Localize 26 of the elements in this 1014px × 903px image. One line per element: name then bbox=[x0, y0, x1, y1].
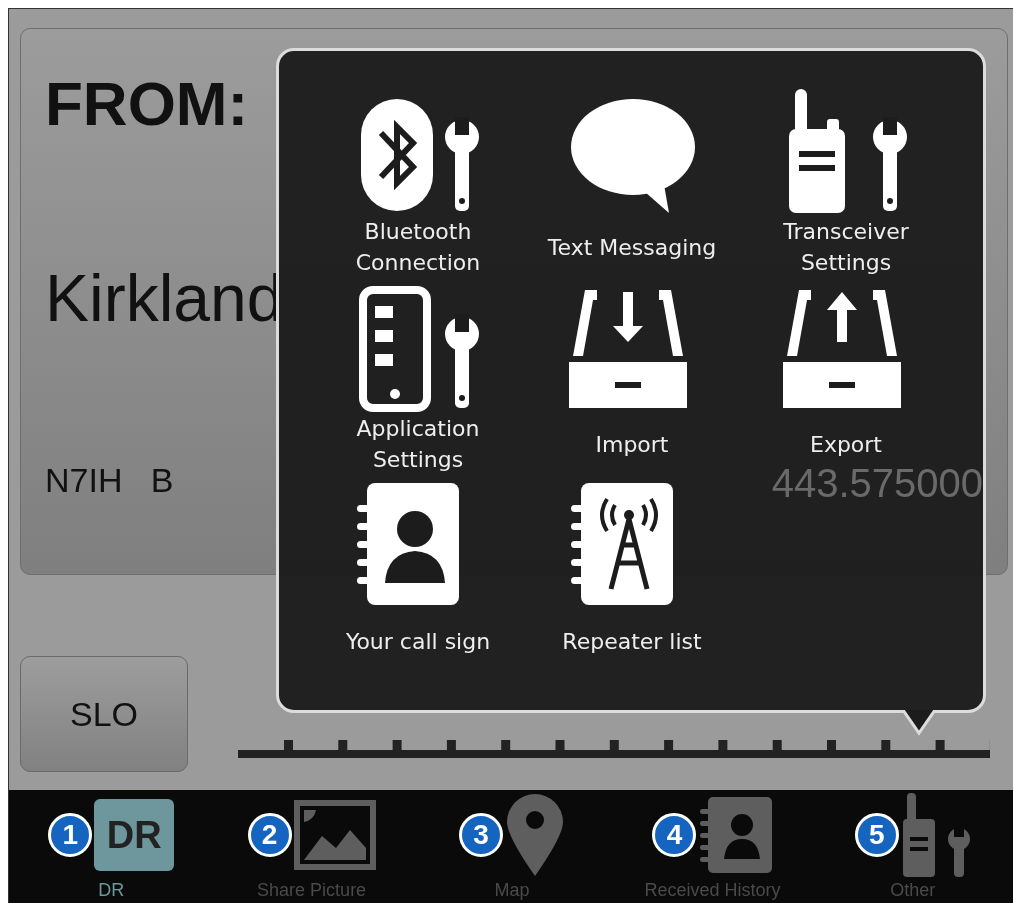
number-badge: 4 bbox=[652, 813, 697, 857]
dr-icon: DR bbox=[94, 799, 175, 871]
tab[interactable]: 2 Share Picture bbox=[211, 790, 412, 903]
number-badge: 5 bbox=[854, 813, 899, 857]
menu-item[interactable]: Text Messaging bbox=[532, 89, 732, 279]
radio-wrench-icon bbox=[900, 793, 971, 877]
slo-button[interactable]: SLO bbox=[20, 656, 188, 772]
picture-icon bbox=[293, 800, 376, 870]
menu-item[interactable]: Transceiver Settings bbox=[746, 89, 946, 279]
tab[interactable]: 4 Received History bbox=[612, 790, 813, 903]
number-badge: 1 bbox=[48, 813, 93, 857]
from-label: FROM: bbox=[45, 71, 250, 137]
number-badge: 3 bbox=[459, 813, 503, 857]
tab[interactable]: 5 Other bbox=[812, 790, 1014, 903]
menu-item[interactable]: Repeater list bbox=[532, 483, 732, 673]
location-name: Kirkland bbox=[45, 263, 284, 333]
tab[interactable]: 1 DR DR bbox=[11, 790, 212, 903]
menu-item[interactable]: Your call sign bbox=[318, 483, 518, 673]
callsign-text: N7IH B bbox=[45, 461, 174, 501]
frequency-text: 443.575000 bbox=[771, 461, 983, 506]
menu-item[interactable]: Bluetooth Connection bbox=[318, 89, 518, 279]
number-badge: 2 bbox=[247, 813, 292, 857]
menu-item[interactable]: Application Settings bbox=[318, 286, 518, 476]
contact-book-icon bbox=[698, 797, 773, 873]
menu-item[interactable]: Import bbox=[532, 286, 732, 476]
tab[interactable]: 3 Map bbox=[411, 790, 613, 903]
